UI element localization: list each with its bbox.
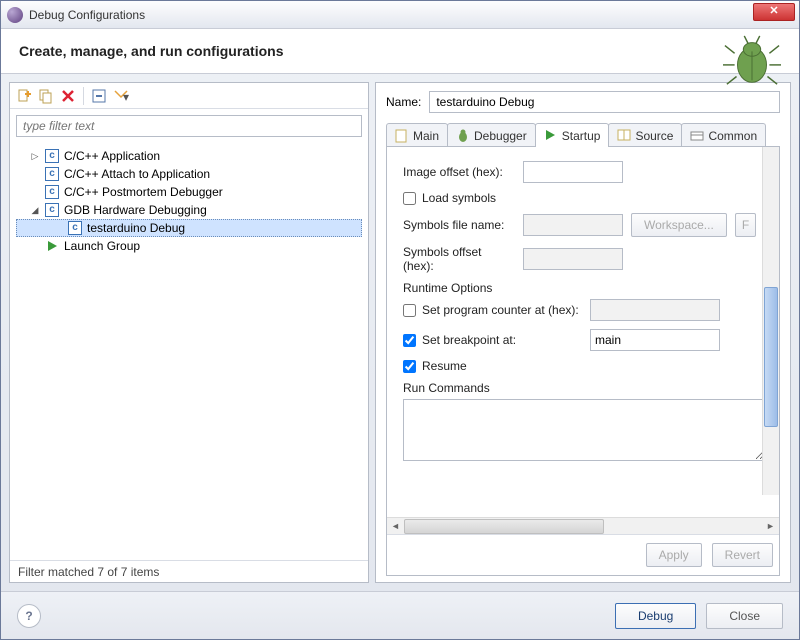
tab-debugger[interactable]: Debugger — [447, 123, 536, 147]
bug-icon — [723, 35, 781, 89]
main-split: ▾ ▷ c C/C++ Application c C/C++ Attach to Ap… — [1, 74, 799, 591]
common-icon — [690, 129, 704, 143]
footer: ? Debug Close — [1, 591, 799, 639]
symbols-file-label: Symbols file name: — [403, 218, 515, 232]
tree-item[interactable]: ▷ c C/C++ Application — [16, 147, 362, 165]
tab-label: Common — [708, 129, 757, 143]
symbols-offset-label: Symbols offset (hex): — [403, 245, 515, 273]
filter-status: Filter matched 7 of 7 items — [10, 560, 368, 582]
image-offset-input[interactable] — [523, 161, 623, 183]
tree-item-label: C/C++ Attach to Application — [64, 167, 210, 181]
launch-group-icon — [44, 238, 60, 254]
debug-button[interactable]: Debug — [615, 603, 696, 629]
tab-label: Debugger — [474, 129, 527, 143]
dialog-window: Debug Configurations ✕ Create, manage, a… — [0, 0, 800, 640]
revert-button: Revert — [712, 543, 773, 567]
tab-startup[interactable]: Startup — [535, 123, 610, 147]
c-config-icon: c — [44, 184, 60, 200]
set-bp-checkbox[interactable] — [403, 334, 416, 347]
tree-item[interactable]: ◢ c GDB Hardware Debugging — [16, 201, 362, 219]
page-title: Create, manage, and run configurations — [19, 43, 781, 59]
play-icon — [544, 129, 558, 143]
left-toolbar: ▾ — [10, 83, 368, 109]
tree-item-label: Launch Group — [64, 239, 140, 253]
tab-label: Main — [413, 129, 439, 143]
scroll-thumb[interactable] — [404, 519, 604, 534]
c-config-icon: c — [44, 166, 60, 182]
tree-item[interactable]: Launch Group — [16, 237, 362, 255]
apply-button: Apply — [646, 543, 702, 567]
run-commands-label: Run Commands — [403, 381, 769, 395]
tree-item[interactable]: c C/C++ Attach to Application — [16, 165, 362, 183]
name-row: Name: — [386, 91, 780, 113]
toolbar-separator — [83, 87, 84, 105]
eclipse-icon — [7, 7, 23, 23]
tab-source[interactable]: Source — [608, 123, 682, 147]
source-icon — [617, 129, 631, 143]
window-title: Debug Configurations — [29, 8, 145, 22]
horizontal-scrollbar[interactable]: ◄ ► — [387, 517, 779, 534]
resume-checkbox[interactable] — [403, 360, 416, 373]
collapse-all-button[interactable] — [89, 86, 109, 106]
header-area: Create, manage, and run configurations — [1, 29, 799, 74]
workspace-button: Workspace... — [631, 213, 727, 237]
tabstrip: Main Debugger Startup Source Common — [386, 123, 780, 147]
left-panel: ▾ ▷ c C/C++ Application c C/C++ Attach to Ap… — [9, 82, 369, 583]
c-config-icon: c — [44, 202, 60, 218]
run-commands-textarea[interactable] — [403, 399, 765, 461]
set-bp-label: Set breakpoint at: — [422, 333, 584, 347]
set-pc-input — [590, 299, 720, 321]
tab-label: Source — [635, 129, 673, 143]
name-input[interactable] — [429, 91, 780, 113]
tree-item[interactable]: c testarduino Debug — [16, 219, 362, 237]
symbols-offset-input — [523, 248, 623, 270]
tree-item-label: testarduino Debug — [87, 221, 185, 235]
right-panel: Name: Main Debugger Startup Source Common Im… — [375, 82, 791, 583]
tab-label: Startup — [562, 129, 601, 143]
image-offset-label: Image offset (hex): — [403, 165, 515, 179]
tab-common[interactable]: Common — [681, 123, 766, 147]
new-config-button[interactable] — [14, 86, 34, 106]
runtime-options-group: Runtime Options — [403, 281, 769, 295]
config-tree[interactable]: ▷ c C/C++ Application c C/C++ Attach to Appl… — [10, 143, 368, 560]
c-config-icon: c — [44, 148, 60, 164]
file-system-button-truncated: F — [735, 213, 756, 237]
resume-label: Resume — [422, 359, 467, 373]
set-pc-checkbox[interactable] — [403, 304, 416, 317]
file-icon — [395, 129, 409, 143]
delete-button[interactable] — [58, 86, 78, 106]
svg-text:▾: ▾ — [123, 90, 129, 103]
set-bp-input[interactable] — [590, 329, 720, 351]
name-label: Name: — [386, 95, 421, 109]
scroll-right-icon[interactable]: ► — [762, 518, 779, 535]
tree-twisty-icon[interactable]: ▷ — [30, 151, 40, 162]
filter-menu-button[interactable]: ▾ — [111, 86, 131, 106]
vertical-scrollbar[interactable] — [762, 147, 779, 495]
window-close-button[interactable]: ✕ — [753, 3, 795, 21]
titlebar[interactable]: Debug Configurations ✕ — [1, 1, 799, 29]
tree-item-label: C/C++ Postmortem Debugger — [64, 185, 223, 199]
tab-main[interactable]: Main — [386, 123, 448, 147]
tree-twisty-icon[interactable]: ◢ — [30, 205, 40, 216]
tree-item-label: C/C++ Application — [64, 149, 160, 163]
tab-content: Image offset (hex): Load symbols Symbols… — [386, 146, 780, 576]
tree-item[interactable]: c C/C++ Postmortem Debugger — [16, 183, 362, 201]
load-symbols-checkbox[interactable] — [403, 192, 416, 205]
c-config-icon: c — [67, 220, 83, 236]
tree-item-label: GDB Hardware Debugging — [64, 203, 207, 217]
close-button[interactable]: Close — [706, 603, 783, 629]
load-symbols-label: Load symbols — [422, 191, 496, 205]
duplicate-button[interactable] — [36, 86, 56, 106]
help-button[interactable]: ? — [17, 604, 41, 628]
filter-input[interactable] — [16, 115, 362, 137]
scroll-left-icon[interactable]: ◄ — [387, 518, 404, 535]
set-pc-label: Set program counter at (hex): — [422, 303, 584, 317]
symbols-file-input — [523, 214, 623, 236]
bug-icon — [456, 129, 470, 143]
